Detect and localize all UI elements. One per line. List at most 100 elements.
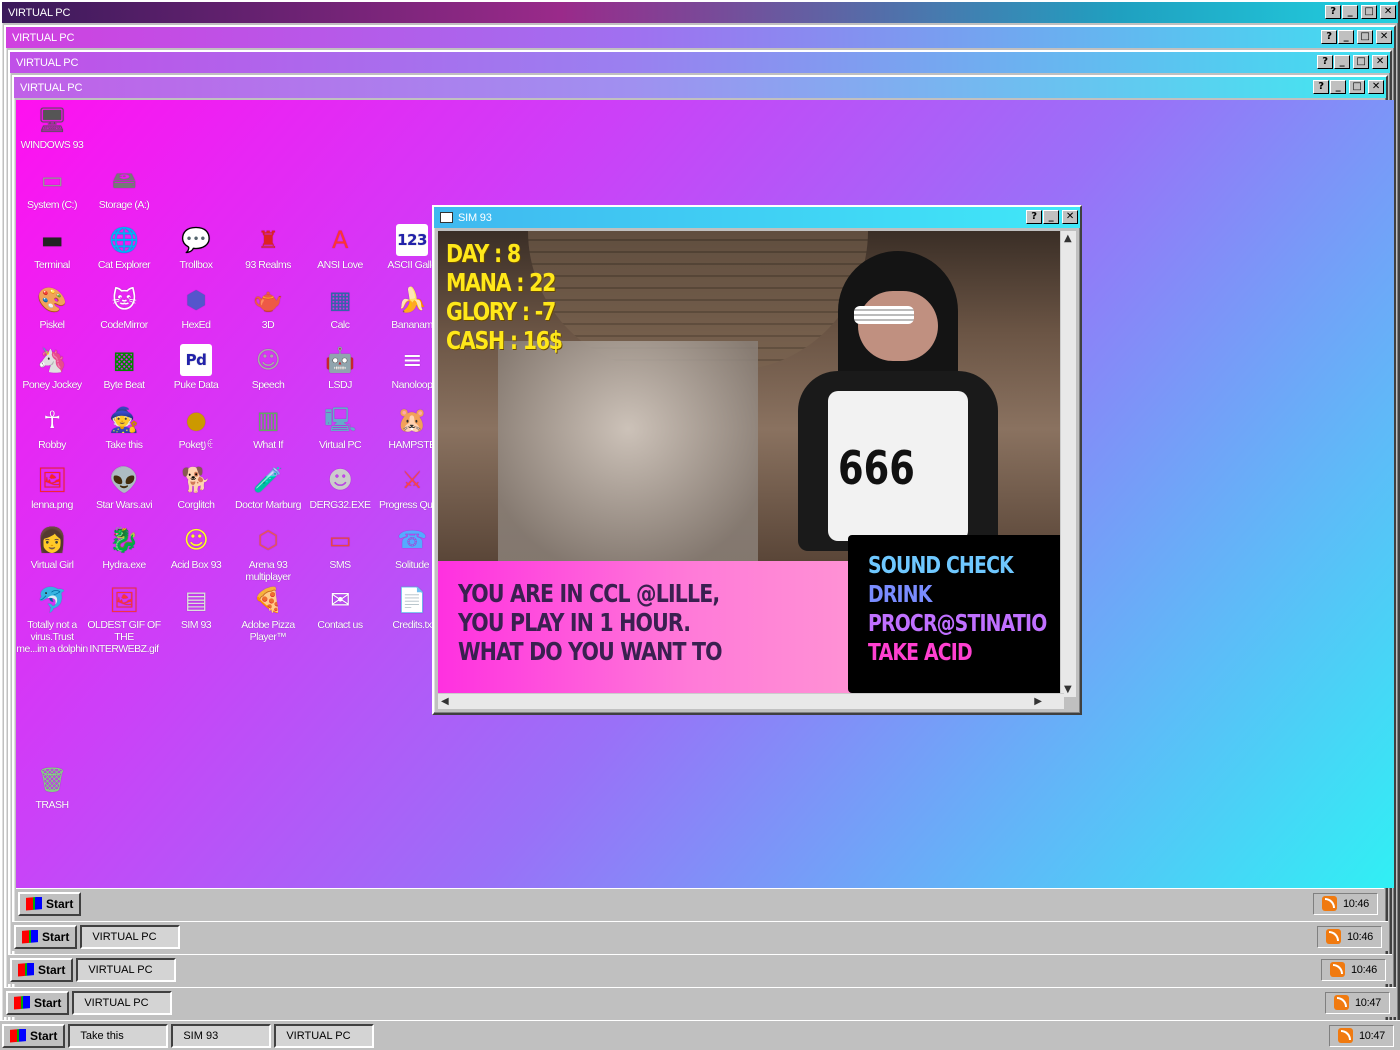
desktop-icon[interactable]: ⬡ Arena 93 multiplayer bbox=[231, 524, 305, 583]
desktop-icon[interactable]: 🌐 Cat Explorer bbox=[87, 224, 161, 271]
minimize-button[interactable]: _ bbox=[1338, 30, 1354, 44]
taskbar-task-button[interactable]: Take this bbox=[68, 1023, 169, 1048]
horizontal-scrollbar[interactable]: ◀ ▶ bbox=[438, 693, 1064, 709]
rss-icon[interactable] bbox=[1329, 962, 1345, 977]
help-button[interactable]: ? bbox=[1325, 5, 1341, 19]
option-procrastination[interactable]: PROCR@STINATIO bbox=[868, 611, 1047, 637]
start-label: Start bbox=[38, 962, 66, 977]
option-sound-check[interactable]: SOUND CHECK bbox=[868, 553, 1014, 579]
desktop-icon[interactable]: 🐱 CodeMirror bbox=[87, 284, 161, 331]
option-take-acid[interactable]: TAKE ACID bbox=[868, 640, 973, 666]
desktop-icon[interactable]: 🤖 LSDJ bbox=[303, 344, 377, 391]
desktop-icon[interactable]: 🖴 Storage (A:) bbox=[87, 164, 161, 211]
minimize-button[interactable]: _ bbox=[1330, 80, 1346, 94]
scroll-right-icon[interactable]: ▶ bbox=[1034, 696, 1042, 707]
desktop-icon[interactable]: ☺ Speech bbox=[231, 344, 305, 391]
help-button[interactable]: ? bbox=[1317, 55, 1333, 69]
desktop-icon[interactable]: 🧙 Take this bbox=[87, 404, 161, 451]
window-4-titlebar[interactable]: VIRTUAL PC ? _ □ ✕ bbox=[14, 77, 1386, 98]
minimize-button[interactable]: _ bbox=[1043, 210, 1059, 224]
windows-flag-icon bbox=[22, 929, 38, 944]
close-button[interactable]: ✕ bbox=[1372, 55, 1388, 69]
system-tray: 10:46 bbox=[1316, 925, 1382, 948]
desktop-icon[interactable]: 🖥 WINDOWS 93 bbox=[15, 104, 89, 151]
maximize-button[interactable]: □ bbox=[1361, 5, 1377, 19]
rss-icon[interactable] bbox=[1325, 929, 1341, 944]
desktop-icon[interactable]: 🗑 TRASH bbox=[15, 764, 89, 811]
desktop-icon[interactable]: 🐉 Hydra.exe bbox=[87, 524, 161, 571]
app-icon: 🦄 bbox=[37, 346, 67, 374]
desktop-icon[interactable]: 🖼 lenna.png bbox=[15, 464, 89, 511]
help-button[interactable]: ? bbox=[1313, 80, 1329, 94]
icon-label: Corglitch bbox=[177, 499, 215, 511]
app-icon: 📄 bbox=[397, 586, 427, 614]
desktop-icon[interactable]: A ANSI Love bbox=[303, 224, 377, 271]
minimize-button[interactable]: _ bbox=[1334, 55, 1350, 69]
desktop-icon[interactable]: 🐕 Corglitch bbox=[159, 464, 233, 511]
desktop-icon[interactable]: 💬 Trollbox bbox=[159, 224, 233, 271]
rss-icon[interactable] bbox=[1337, 1028, 1353, 1043]
desktop-icon[interactable]: ♜ 93 Realms bbox=[231, 224, 305, 271]
window-3-titlebar[interactable]: VIRTUAL PC ? _ □ ✕ bbox=[10, 52, 1390, 73]
desktop-icon[interactable]: ✉ Contact us bbox=[303, 584, 377, 631]
taskbar-task-button[interactable]: VIRTUAL PC bbox=[72, 990, 173, 1015]
scroll-down-icon[interactable]: ▼ bbox=[1064, 684, 1072, 695]
icon-label: Totally not a virus.Trust me...im a dolp… bbox=[16, 619, 88, 655]
desktop-icon[interactable]: ☺ Acid Box 93 bbox=[159, 524, 233, 571]
desktop-icon[interactable]: ▭ SMS bbox=[303, 524, 377, 571]
desktop-icon[interactable]: 🖳 Virtual PC bbox=[303, 404, 377, 451]
window-1-titlebar[interactable]: VIRTUAL PC ? _ □ ✕ bbox=[2, 2, 1398, 23]
desktop-icon[interactable]: ▦ Calc bbox=[303, 284, 377, 331]
taskbar-task-button[interactable]: VIRTUAL PC bbox=[76, 957, 177, 982]
desktop-icon[interactable]: 🧪 Doctor Marburg bbox=[231, 464, 305, 511]
desktop-icon[interactable]: 👽 Star Wars.avi bbox=[87, 464, 161, 511]
rss-icon[interactable] bbox=[1321, 896, 1337, 911]
close-button[interactable]: ✕ bbox=[1380, 5, 1396, 19]
desktop-icon[interactable]: Pd Puke Data bbox=[159, 344, 233, 391]
sim93-titlebar[interactable]: SIM 93 ? _ ✕ bbox=[434, 207, 1080, 228]
start-button[interactable]: Start bbox=[10, 957, 74, 982]
close-button[interactable]: ✕ bbox=[1062, 210, 1078, 224]
scroll-up-icon[interactable]: ▲ bbox=[1064, 233, 1072, 244]
desktop-icon[interactable]: ▬ Terminal bbox=[15, 224, 89, 271]
desktop-icon[interactable]: 🫖 3D bbox=[231, 284, 305, 331]
help-button[interactable]: ? bbox=[1026, 210, 1042, 224]
maximize-button[interactable]: □ bbox=[1349, 80, 1365, 94]
desktop-icon[interactable]: ☻ DERG32.EXE bbox=[303, 464, 377, 511]
desktop-icon[interactable]: ▩ Byte Beat bbox=[87, 344, 161, 391]
desktop-icon[interactable]: 👩 Virtual Girl bbox=[15, 524, 89, 571]
desktop-icon[interactable]: ☥ Robby bbox=[15, 404, 89, 451]
close-button[interactable]: ✕ bbox=[1368, 80, 1384, 94]
close-button[interactable]: ✕ bbox=[1376, 30, 1392, 44]
vertical-scrollbar[interactable]: ▲ ▼ bbox=[1060, 231, 1076, 697]
taskbar-task-button[interactable]: SIM 93 bbox=[171, 1023, 272, 1048]
start-button[interactable]: Start bbox=[6, 990, 70, 1015]
taskbar-task-button[interactable]: VIRTUAL PC bbox=[80, 924, 181, 949]
clock: 10:46 bbox=[1342, 897, 1369, 910]
start-button[interactable]: Start bbox=[2, 1023, 66, 1048]
desktop-icon[interactable]: 🍕 Adobe Pizza Player™ bbox=[231, 584, 305, 643]
scroll-left-icon[interactable]: ◀ bbox=[441, 696, 449, 707]
app-icon: ▬ bbox=[40, 226, 64, 254]
rss-icon[interactable] bbox=[1333, 995, 1349, 1010]
app-icon: ▦ bbox=[328, 286, 352, 314]
maximize-button[interactable]: □ bbox=[1357, 30, 1373, 44]
desktop-icon[interactable]: ▥ What If bbox=[231, 404, 305, 451]
desktop-icon[interactable]: ▭ System (C:) bbox=[15, 164, 89, 211]
desktop-icon[interactable]: ⬢ HexEd bbox=[159, 284, 233, 331]
desktop-icon[interactable]: 🦄 Poney Jockey bbox=[15, 344, 89, 391]
desktop-icon[interactable]: ● Pokeṭ꠸ꑀ bbox=[159, 404, 233, 451]
start-button[interactable]: Start bbox=[14, 924, 78, 949]
game-screen[interactable]: 666 YOU ARE IN CCL @LILLE, YOU PLAY IN 1… bbox=[438, 231, 1064, 697]
help-button[interactable]: ? bbox=[1321, 30, 1337, 44]
minimize-button[interactable]: _ bbox=[1342, 5, 1358, 19]
start-button[interactable]: Start bbox=[18, 891, 82, 916]
option-drink[interactable]: DRINK bbox=[868, 582, 932, 608]
desktop-icon[interactable]: 🖼 OLDEST GIF OF THE INTERWEBZ.gif bbox=[87, 584, 161, 655]
desktop-icon[interactable]: 🐬 Totally not a virus.Trust me...im a dol… bbox=[15, 584, 89, 655]
window-2-titlebar[interactable]: VIRTUAL PC ? _ □ ✕ bbox=[6, 27, 1394, 48]
desktop-icon[interactable]: ▤ SIM 93 bbox=[159, 584, 233, 631]
desktop-icon[interactable]: 🎨 Piskel bbox=[15, 284, 89, 331]
maximize-button[interactable]: □ bbox=[1353, 55, 1369, 69]
taskbar-task-button[interactable]: VIRTUAL PC bbox=[274, 1023, 375, 1048]
